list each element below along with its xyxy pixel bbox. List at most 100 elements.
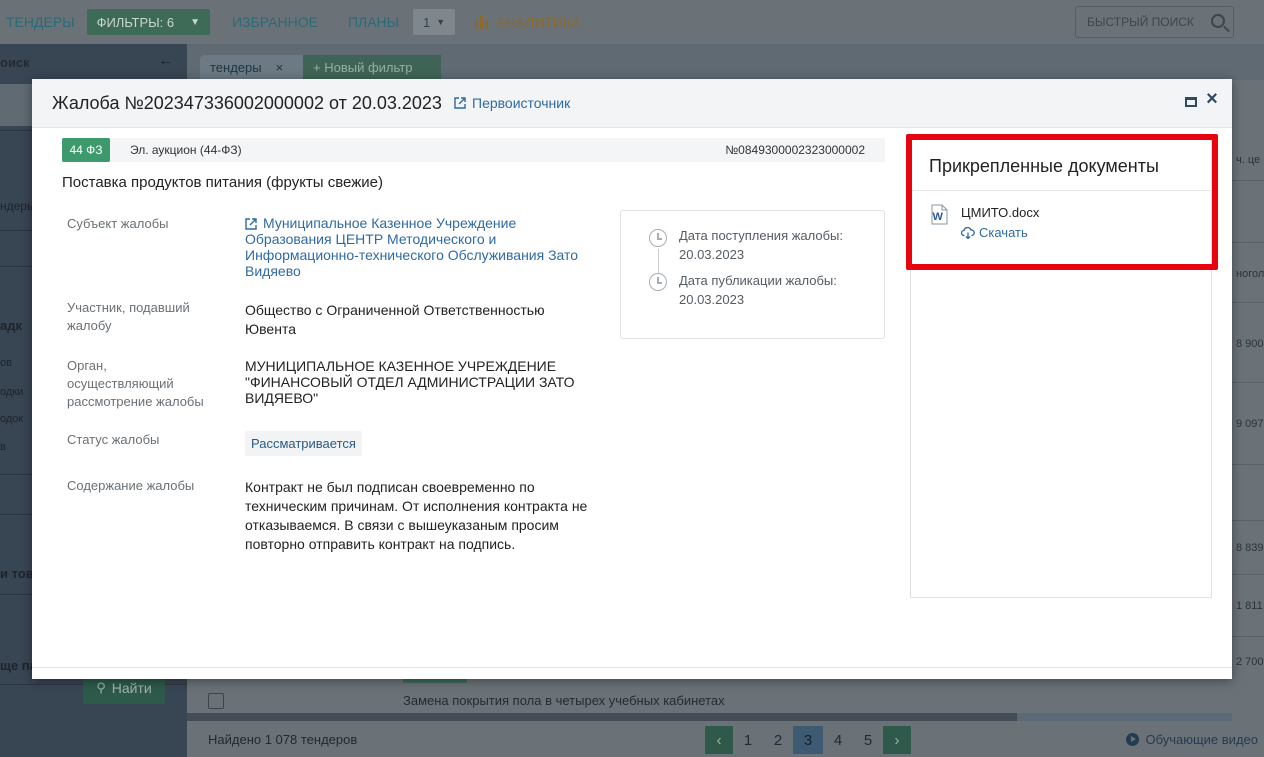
divider xyxy=(1232,180,1264,181)
nav-plans[interactable]: ПЛАНЫ xyxy=(348,14,399,30)
nav-tenders[interactable]: ТЕНДЕРЫ xyxy=(6,14,75,30)
purchase-subject: Поставка продуктов питания (фрукты свежи… xyxy=(62,174,383,191)
tab-label: + Новый фильтр xyxy=(313,60,413,75)
close-icon[interactable]: × xyxy=(276,60,284,75)
divider xyxy=(1232,464,1264,465)
modal-header: Жалоба №202347336002000002 от 20.03.2023… xyxy=(32,79,1232,128)
sidebar-section-title: адк xyxy=(0,318,22,333)
participant-value: Общество с Ограниченной Ответственностью… xyxy=(245,302,545,337)
page-button[interactable]: 4 xyxy=(823,726,853,754)
filters-label: ФИЛЬТРЫ: 6 xyxy=(96,14,175,30)
status-badge: Рассматривается xyxy=(245,431,362,456)
row-title[interactable]: Замена покрытия пола в четырех учебных к… xyxy=(403,693,725,708)
status-badge xyxy=(403,679,467,683)
results-count: Найдено 1 078 тендеров xyxy=(208,732,358,747)
sidebar-label: в xyxy=(0,441,6,453)
close-button[interactable]: × xyxy=(1205,88,1219,110)
clock-icon xyxy=(649,273,667,291)
table-cell: 8 900 xyxy=(1236,338,1264,350)
sidebar-label: одки xyxy=(0,386,24,398)
divider xyxy=(32,667,1232,668)
complaint-subject-link[interactable]: Муниципальное Казенное Учреждение Образо… xyxy=(245,215,590,279)
top-navigation-bar: ТЕНДЕРЫ ФИЛЬТРЫ: 6 ▼ ИЗБРАННОЕ ПЛАНЫ 1 ▼… xyxy=(0,0,1264,44)
received-date-value: 20.03.2023 xyxy=(679,247,745,262)
sidebar-label: ндеры xyxy=(0,199,36,213)
timeline-connector xyxy=(658,249,659,273)
nav-analytics[interactable]: АНАЛИТИКА xyxy=(475,14,580,30)
field-label: Содержание жалобы xyxy=(67,478,195,493)
page-button[interactable]: 1 xyxy=(733,726,763,754)
sidebar-label: ов xyxy=(0,357,12,369)
filters-dropdown[interactable]: ФИЛЬТРЫ: 6 ▼ xyxy=(86,9,211,35)
divider xyxy=(1232,520,1264,521)
tab-new-filter[interactable]: + Новый фильтр xyxy=(303,55,441,80)
clock-icon xyxy=(649,229,667,247)
maximize-button[interactable] xyxy=(1184,95,1198,109)
divider xyxy=(1232,302,1264,303)
results-footer: Найдено 1 078 тендеров ‹ 1 2 3 4 5 › Обу… xyxy=(187,721,1264,757)
page-button[interactable]: 5 xyxy=(853,726,883,754)
procedure-type: Эл. аукцион (44-ФЗ) xyxy=(130,143,242,157)
organ-value: МУНИЦИПАЛЬНОЕ КАЗЕННОЕ УЧРЕЖДЕНИЕ "ФИНАН… xyxy=(245,358,575,406)
page-button[interactable]: 2 xyxy=(763,726,793,754)
complaint-content: Контракт не был подписан своевременно по… xyxy=(245,479,588,552)
table-header-cell: ч. це xyxy=(1236,154,1261,166)
tutorial-videos-link[interactable]: Обучающие видео xyxy=(1126,732,1258,747)
external-link-icon xyxy=(454,97,466,109)
nav-favorites[interactable]: ИЗБРАННОЕ xyxy=(232,14,318,30)
bar-chart-icon xyxy=(475,15,489,29)
arrow-left-icon[interactable]: ← xyxy=(158,52,174,70)
divider xyxy=(1232,574,1264,575)
plans-count: 1 xyxy=(422,14,431,30)
complaint-modal: Жалоба №202347336002000002 от 20.03.2023… xyxy=(32,79,1232,679)
analytics-label: АНАЛИТИКА xyxy=(496,14,581,30)
complaint-subject-text: Муниципальное Казенное Учреждение Образо… xyxy=(245,215,579,279)
source-link-label: Первоисточник xyxy=(472,95,571,111)
plans-dropdown[interactable]: 1 ▼ xyxy=(413,9,456,35)
divider xyxy=(1232,242,1264,243)
sidebar-section-title: и тов xyxy=(0,566,34,581)
chevron-down-icon: ▼ xyxy=(436,17,446,27)
find-button-label: Найти xyxy=(111,680,152,696)
horizontal-scrollbar[interactable] xyxy=(187,713,1017,721)
field-label: Орган, осуществляющий рассмотрение жалоб… xyxy=(67,358,204,409)
filter-tabs: тендеры × + Новый фильтр xyxy=(187,44,1264,80)
field-label: Субъект жалобы xyxy=(67,216,169,231)
divider xyxy=(1232,636,1264,637)
field-label: Статус жалобы xyxy=(67,432,160,447)
sidebar-label: одок xyxy=(0,413,24,425)
sidebar-title: оиск xyxy=(0,55,30,70)
prev-page-button[interactable]: ‹ xyxy=(705,726,733,754)
table-cell: 9 097 xyxy=(1236,418,1264,430)
published-date-value: 20.03.2023 xyxy=(679,292,745,307)
highlight-box xyxy=(906,134,1218,270)
tutorial-videos-label: Обучающие видео xyxy=(1145,732,1258,747)
play-icon xyxy=(1126,733,1140,746)
received-date-label: Дата поступления жалобы: xyxy=(679,228,844,243)
close-icon: × xyxy=(1206,87,1218,110)
search-icon: ⚲ xyxy=(96,680,106,695)
published-date-label: Дата публикации жалобы: xyxy=(679,273,837,288)
page-button-active[interactable]: 3 xyxy=(793,726,823,754)
tab-label: тендеры xyxy=(210,60,262,75)
quick-search-input[interactable]: БЫСТРЫЙ ПОИСК xyxy=(1075,6,1234,38)
pagination: ‹ 1 2 3 4 5 › xyxy=(705,726,911,754)
dates-card: Дата поступления жалобы: 20.03.2023 Дата… xyxy=(620,210,885,339)
modal-title: Жалоба №202347336002000002 от 20.03.2023 xyxy=(52,93,442,113)
table-cell: 2 700 xyxy=(1236,656,1264,668)
source-link[interactable]: Первоисточник xyxy=(454,95,570,111)
maximize-icon xyxy=(1185,97,1197,107)
quick-search-placeholder: БЫСТРЫЙ ПОИСК xyxy=(1087,15,1194,29)
background-table-edge: ч. це ногол 8 900 9 097 8 839 1 811 2 70… xyxy=(1232,80,1264,757)
law-badge: 44 ФЗ xyxy=(62,138,110,162)
search-icon[interactable] xyxy=(1211,14,1225,28)
tab-tenders[interactable]: тендеры × xyxy=(200,55,303,80)
table-cell: 8 839 xyxy=(1236,542,1264,554)
next-page-button[interactable]: › xyxy=(883,726,911,754)
table-cell: ногол xyxy=(1236,268,1264,280)
table-row[interactable]: Замена покрытия пола в четырех учебных к… xyxy=(187,679,1232,713)
procedure-number: №0849300002323000002 xyxy=(725,143,865,157)
procedure-info-bar: 44 ФЗ Эл. аукцион (44-ФЗ) №0849300002323… xyxy=(62,138,885,162)
row-checkbox[interactable] xyxy=(208,693,224,709)
external-link-icon xyxy=(245,218,257,230)
